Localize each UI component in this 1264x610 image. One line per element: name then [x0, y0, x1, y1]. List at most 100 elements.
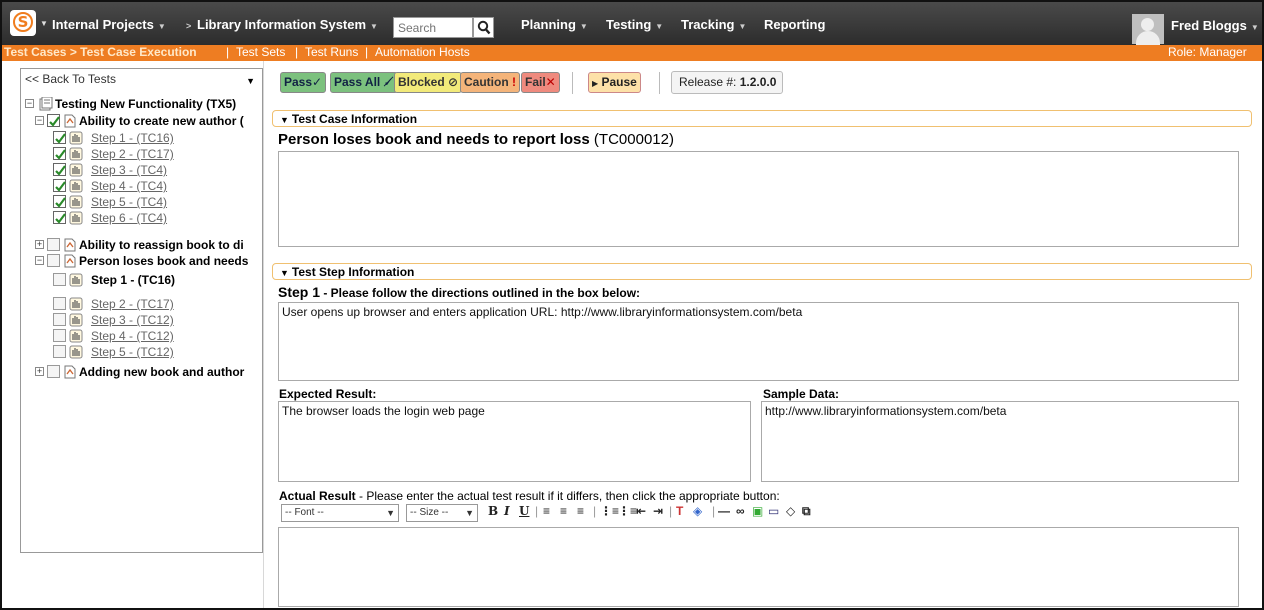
logo-dropdown-chevron-icon[interactable]: ▼ — [40, 19, 48, 28]
subnav-test-sets[interactable]: Test Sets — [236, 45, 285, 60]
align-right-icon[interactable]: ≡ — [577, 504, 584, 518]
checkbox[interactable] — [53, 273, 66, 286]
checkbox[interactable] — [53, 313, 66, 326]
test-case-information-header[interactable]: ▼ Test Case Information — [272, 110, 1252, 127]
nav-internal-projects[interactable]: Internal Projects ▼ — [52, 17, 166, 32]
app-logo-icon[interactable]: S — [10, 10, 36, 36]
subnav-test-runs[interactable]: Test Runs — [305, 45, 358, 60]
checkbox[interactable] — [47, 365, 60, 378]
expected-result-label: Expected Result: — [279, 387, 377, 401]
unordered-list-icon[interactable]: ⋮≡ — [618, 504, 637, 518]
align-left-icon[interactable]: ≡ — [543, 504, 550, 518]
collapse-triangle-icon: ▼ — [280, 115, 289, 125]
checkbox[interactable] — [47, 114, 60, 127]
search-icon — [477, 20, 491, 35]
menu-testing[interactable]: Testing ▼ — [606, 17, 663, 32]
test-tree-panel: << Back To Tests ▼ − Testing New Function… — [20, 68, 263, 553]
panel-divider[interactable] — [263, 61, 264, 608]
subnav-automation-hosts[interactable]: Automation Hosts — [375, 45, 470, 60]
indent-icon[interactable]: ⇥ — [653, 504, 663, 518]
test-step-icon — [69, 273, 83, 287]
collapse-triangle-icon: ▼ — [280, 268, 289, 278]
exclamation-icon: ! — [512, 75, 517, 89]
breadcrumb-separator: > — [186, 21, 192, 31]
outdent-icon[interactable]: ⇤ — [636, 504, 646, 518]
blocked-icon: ⊘ — [448, 75, 459, 89]
nav-library-information-system[interactable]: Library Information System ▼ — [197, 17, 378, 32]
menu-reporting[interactable]: Reporting — [764, 17, 825, 32]
menu-planning[interactable]: Planning ▼ — [521, 17, 588, 32]
checkmark-icon — [55, 165, 66, 176]
subnav-test-case-execution[interactable]: Test Cases > Test Case Execution — [4, 45, 197, 60]
checkbox[interactable] — [53, 195, 66, 208]
checkbox[interactable] — [53, 297, 66, 310]
pass-all-button[interactable]: Pass All ✓̸ — [330, 72, 398, 93]
table-icon[interactable]: ▭ — [768, 504, 779, 518]
checkbox[interactable] — [53, 329, 66, 342]
horizontal-rule-icon[interactable]: — — [718, 504, 730, 518]
search-button[interactable] — [473, 17, 494, 38]
release-indicator[interactable]: Release #: 1.2.0.0 — [671, 71, 783, 94]
fail-button[interactable]: Fail✕ — [521, 72, 560, 93]
image-icon[interactable]: ▣ — [752, 504, 763, 518]
font-size-select[interactable]: -- Size -- ▼ — [406, 504, 478, 522]
source-code-icon[interactable]: ◇ — [786, 504, 795, 518]
ordered-list-icon[interactable]: ⋮≡ — [600, 504, 619, 518]
play-icon: ▶ — [592, 79, 599, 88]
toolbar-separator — [572, 72, 573, 94]
collapse-toggle-icon[interactable]: − — [25, 99, 34, 108]
chevron-down-icon: ▼ — [1250, 23, 1259, 32]
checkbox[interactable] — [53, 345, 66, 358]
actual-result-label: Actual Result - Please enter the actual … — [279, 489, 780, 503]
fullscreen-icon[interactable]: ⧉ — [802, 504, 811, 519]
collapse-toggle-icon[interactable]: − — [35, 256, 44, 265]
test-step-icon — [69, 211, 83, 225]
test-step-information-header[interactable]: ▼ Test Step Information — [272, 263, 1252, 280]
back-to-tests-dropdown[interactable]: << Back To Tests ▼ — [25, 72, 257, 91]
test-step-icon — [69, 313, 83, 327]
user-menu[interactable]: Fred Bloggs ▼ — [1171, 18, 1259, 33]
test-step-icon — [69, 297, 83, 311]
test-step-icon — [69, 345, 83, 359]
font-family-select[interactable]: -- Font -- ▼ — [281, 504, 399, 522]
step-heading: Step 1 - Please follow the directions ou… — [278, 284, 641, 300]
sample-data-box: http://www.libraryinformationsystem.com/… — [761, 401, 1239, 482]
checkbox[interactable] — [53, 211, 66, 224]
pause-button[interactable]: ▶ Pause — [588, 72, 641, 93]
search-input[interactable] — [393, 17, 473, 38]
background-color-icon[interactable]: ◈ — [693, 504, 702, 518]
test-case-icon — [64, 238, 76, 252]
checkbox[interactable] — [53, 131, 66, 144]
test-step-icon — [69, 195, 83, 209]
step-description-box: User opens up browser and enters applica… — [278, 302, 1239, 381]
top-navigation-bar: S ▼ Internal Projects ▼ > Library Informa… — [2, 2, 1262, 45]
checkmark-icon — [55, 181, 66, 192]
checkmark-icon — [49, 116, 60, 127]
underline-icon[interactable]: U — [519, 504, 529, 518]
caution-button[interactable]: Caution ! — [460, 72, 521, 93]
text-color-icon[interactable]: T — [676, 504, 683, 518]
checkbox[interactable] — [53, 163, 66, 176]
checkbox[interactable] — [47, 254, 60, 267]
align-center-icon[interactable]: ≡ — [560, 504, 567, 518]
test-set-icon — [39, 97, 53, 111]
checkbox[interactable] — [47, 238, 60, 251]
link-icon[interactable]: ∞ — [736, 504, 745, 518]
expand-toggle-icon[interactable]: + — [35, 240, 44, 249]
pass-button[interactable]: Pass✓ — [280, 72, 327, 93]
checkbox[interactable] — [53, 147, 66, 160]
test-case-icon — [64, 254, 76, 268]
checkbox[interactable] — [53, 179, 66, 192]
test-case-icon — [64, 114, 76, 128]
avatar[interactable] — [1132, 14, 1164, 45]
chevron-down-icon: ▼ — [738, 22, 747, 31]
test-case-title: Person loses book and needs to report lo… — [278, 131, 674, 148]
actual-result-editor[interactable] — [278, 527, 1239, 607]
collapse-toggle-icon[interactable]: − — [35, 116, 44, 125]
blocked-button[interactable]: Blocked ⊘ — [394, 72, 463, 93]
menu-tracking[interactable]: Tracking ▼ — [681, 17, 746, 32]
test-step-icon — [69, 131, 83, 145]
bold-icon[interactable]: B — [488, 504, 498, 518]
italic-icon[interactable]: I — [504, 504, 510, 518]
expand-toggle-icon[interactable]: + — [35, 367, 44, 376]
